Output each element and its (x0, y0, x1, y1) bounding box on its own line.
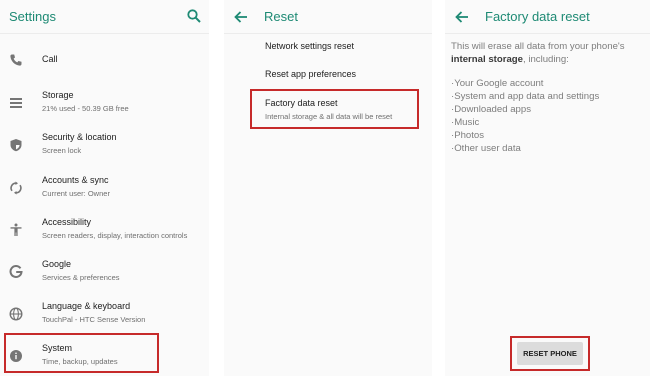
list-item: ·Photos (451, 130, 485, 141)
factory-reset-highlight-box (250, 89, 419, 129)
settings-panel: Settings Call Storage 21% used - 50.39 G… (0, 0, 209, 376)
intro-prefix: This will erase all data from your phone… (451, 41, 625, 52)
back-arrow-icon[interactable] (454, 9, 470, 25)
google-label: Google (42, 259, 72, 269)
settings-item-call[interactable]: Call (0, 42, 209, 82)
globe-icon (9, 307, 23, 321)
reset-panel: Reset Network settings reset Reset app p… (224, 0, 432, 376)
network-settings-reset-item[interactable]: Network settings reset (265, 41, 354, 51)
intro-bold: internal storage (451, 54, 523, 65)
erase-items-list: ·Your Google account ·System and app dat… (451, 77, 647, 155)
back-arrow-icon[interactable] (233, 9, 249, 25)
sidebar-item-label: Call (42, 54, 58, 64)
factory-reset-panel: Factory data reset This will erase all d… (445, 0, 650, 376)
list-item: ·System and app data and settings (451, 91, 600, 102)
list-item: ·Other user data (451, 143, 521, 154)
settings-item-accessibility[interactable]: Accessibility Screen readers, display, i… (0, 212, 209, 252)
accessibility-icon (10, 223, 22, 236)
google-icon (9, 265, 23, 279)
storage-summary: 21% used - 50.39 GB free (42, 104, 129, 113)
accessibility-label: Accessibility (42, 217, 92, 227)
reset-phone-highlight-box (510, 336, 590, 371)
language-summary: TouchPal - HTC Sense Version (42, 315, 146, 324)
accessibility-summary: Screen readers, display, interaction con… (42, 231, 188, 240)
settings-app-bar: Settings (0, 0, 209, 34)
factory-reset-title: Factory data reset (485, 9, 590, 24)
accounts-label: Accounts & sync (42, 175, 109, 185)
language-label: Language & keyboard (42, 301, 131, 311)
storage-label: Storage (42, 90, 74, 100)
settings-title: Settings (9, 9, 56, 24)
accounts-summary: Current user: Owner (42, 189, 110, 198)
reset-title: Reset (264, 9, 298, 24)
settings-item-accounts[interactable]: Accounts & sync Current user: Owner (0, 170, 209, 210)
settings-item-security[interactable]: Security & location Screen lock (0, 127, 209, 167)
shield-icon (10, 139, 22, 152)
google-summary: Services & preferences (42, 273, 120, 282)
security-label: Security & location (42, 132, 117, 142)
security-summary: Screen lock (42, 146, 82, 155)
settings-item-storage[interactable]: Storage 21% used - 50.39 GB free (0, 85, 209, 125)
phone-icon (10, 54, 22, 66)
factory-reset-description: This will erase all data from your phone… (451, 40, 647, 66)
settings-item-google[interactable]: Google Services & preferences (0, 254, 209, 294)
search-icon[interactable] (187, 9, 201, 23)
storage-icon (10, 98, 22, 108)
list-item: ·Downloaded apps (451, 104, 532, 115)
list-item: ·Your Google account (451, 78, 544, 89)
intro-suffix: , including: (522, 54, 569, 65)
factory-reset-app-bar: Factory data reset (445, 0, 650, 34)
list-item: ·Music (451, 117, 480, 128)
reset-app-bar: Reset (224, 0, 432, 34)
reset-app-preferences-item[interactable]: Reset app preferences (265, 69, 356, 79)
sync-icon (9, 181, 23, 195)
system-highlight-box (4, 333, 159, 373)
settings-item-language[interactable]: Language & keyboard TouchPal - HTC Sense… (0, 296, 209, 336)
